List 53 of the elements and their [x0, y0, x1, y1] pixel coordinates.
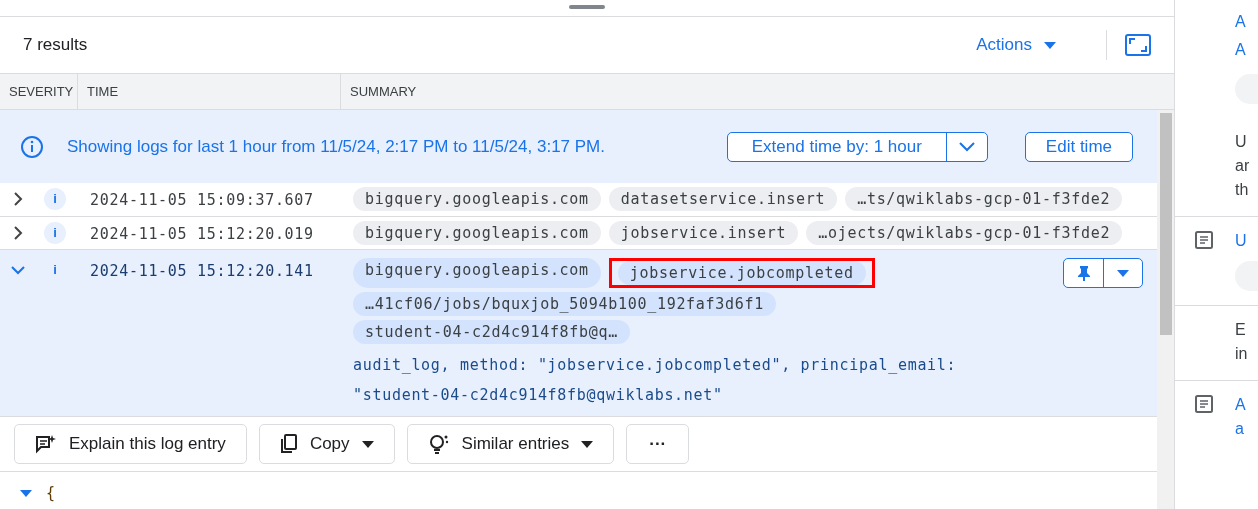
log-time: 2024-11-05 15:09:37.607: [90, 190, 315, 211]
json-brace: {: [46, 483, 56, 504]
log-time: 2024-11-05 15:12:20.019: [90, 223, 315, 245]
summary-chip[interactable]: …ts/qwiklabs-gcp-01-f3fde2: [845, 187, 1123, 211]
summary-chip[interactable]: student-04-c2d4c914f8fb@q…: [353, 320, 630, 344]
side-panel-text: ar: [1235, 156, 1250, 176]
results-count: 7 results: [23, 34, 88, 57]
summary-chip[interactable]: bigquery.googleapis.com: [353, 258, 601, 288]
edit-time-button[interactable]: Edit time: [1024, 131, 1133, 162]
severity-label: i: [52, 261, 58, 280]
side-panel-link[interactable]: A: [1235, 38, 1258, 62]
actions-button[interactable]: Actions: [976, 32, 1056, 58]
side-panel-text: U: [1235, 132, 1248, 152]
summary-chip[interactable]: bigquery.googleapis.com: [353, 187, 601, 211]
column-header[interactable]: SEVERITY: [0, 74, 78, 109]
side-panel-link[interactable]: A: [1235, 10, 1258, 34]
side-panel-link[interactable]: A: [1235, 393, 1246, 417]
entry-action-button[interactable]: Copy: [258, 424, 395, 464]
side-panel-text: E: [1235, 320, 1247, 340]
caret-icon: [581, 440, 594, 448]
summary-chip[interactable]: jobservice.jobcompleted: [617, 261, 866, 285]
summary-chip[interactable]: …ojects/qwiklabs-gcp-01-f3fde2: [806, 220, 1123, 245]
log-time: 2024-11-05 15:12:20.141: [90, 261, 315, 282]
summary-chip[interactable]: datasetservice.insert: [608, 187, 838, 211]
column-header[interactable]: TIME: [78, 74, 341, 109]
pin-button-group[interactable]: [1063, 258, 1143, 288]
entry-action-button[interactable]: Similar entries: [406, 424, 615, 464]
summary-chip[interactable]: bigquery.googleapis.com: [353, 220, 601, 245]
summary-chip[interactable]: …41cf06/jobs/bquxjob_5094b100_192faf3d6f1: [353, 292, 776, 316]
document-icon: [1193, 393, 1215, 415]
caret-icon: [1044, 41, 1056, 49]
severity-label: i: [44, 221, 66, 244]
side-panel-text: in: [1235, 344, 1248, 364]
drag-handle[interactable]: [569, 5, 605, 9]
side-panel-link[interactable]: U: [1235, 229, 1258, 253]
severity-label: i: [44, 188, 66, 210]
side-panel-link[interactable]: a: [1235, 417, 1246, 441]
collapse-triangle-icon[interactable]: [20, 489, 32, 497]
expand-panel-icon[interactable]: [1125, 34, 1151, 56]
copy-icon: [279, 434, 298, 454]
side-panel-text: th: [1235, 180, 1250, 200]
more-button[interactable]: ···: [626, 424, 690, 464]
log-summary: audit_log, method: "jobservice.jobcompleted", principal_email: "student-04-c2d4c914f8fb@qwiklabs.net": [353, 355, 958, 406]
lightbulb-icon: [427, 433, 450, 455]
caret-icon: [361, 440, 374, 448]
info-icon: [20, 134, 44, 159]
entry-action-button[interactable]: Explain this log entry: [14, 424, 247, 464]
column-header[interactable]: SUMMARY: [341, 74, 1174, 109]
document-icon: [1193, 229, 1215, 251]
banner-message: Showing logs for last 1 hour from 11/5/24, 2:17 PM to 11/5/24, 3:17 PM.: [67, 135, 606, 158]
scrollbar[interactable]: [1157, 110, 1174, 509]
chat-sparkle-icon: [35, 434, 57, 454]
summary-chip[interactable]: jobservice.insert: [608, 220, 799, 245]
